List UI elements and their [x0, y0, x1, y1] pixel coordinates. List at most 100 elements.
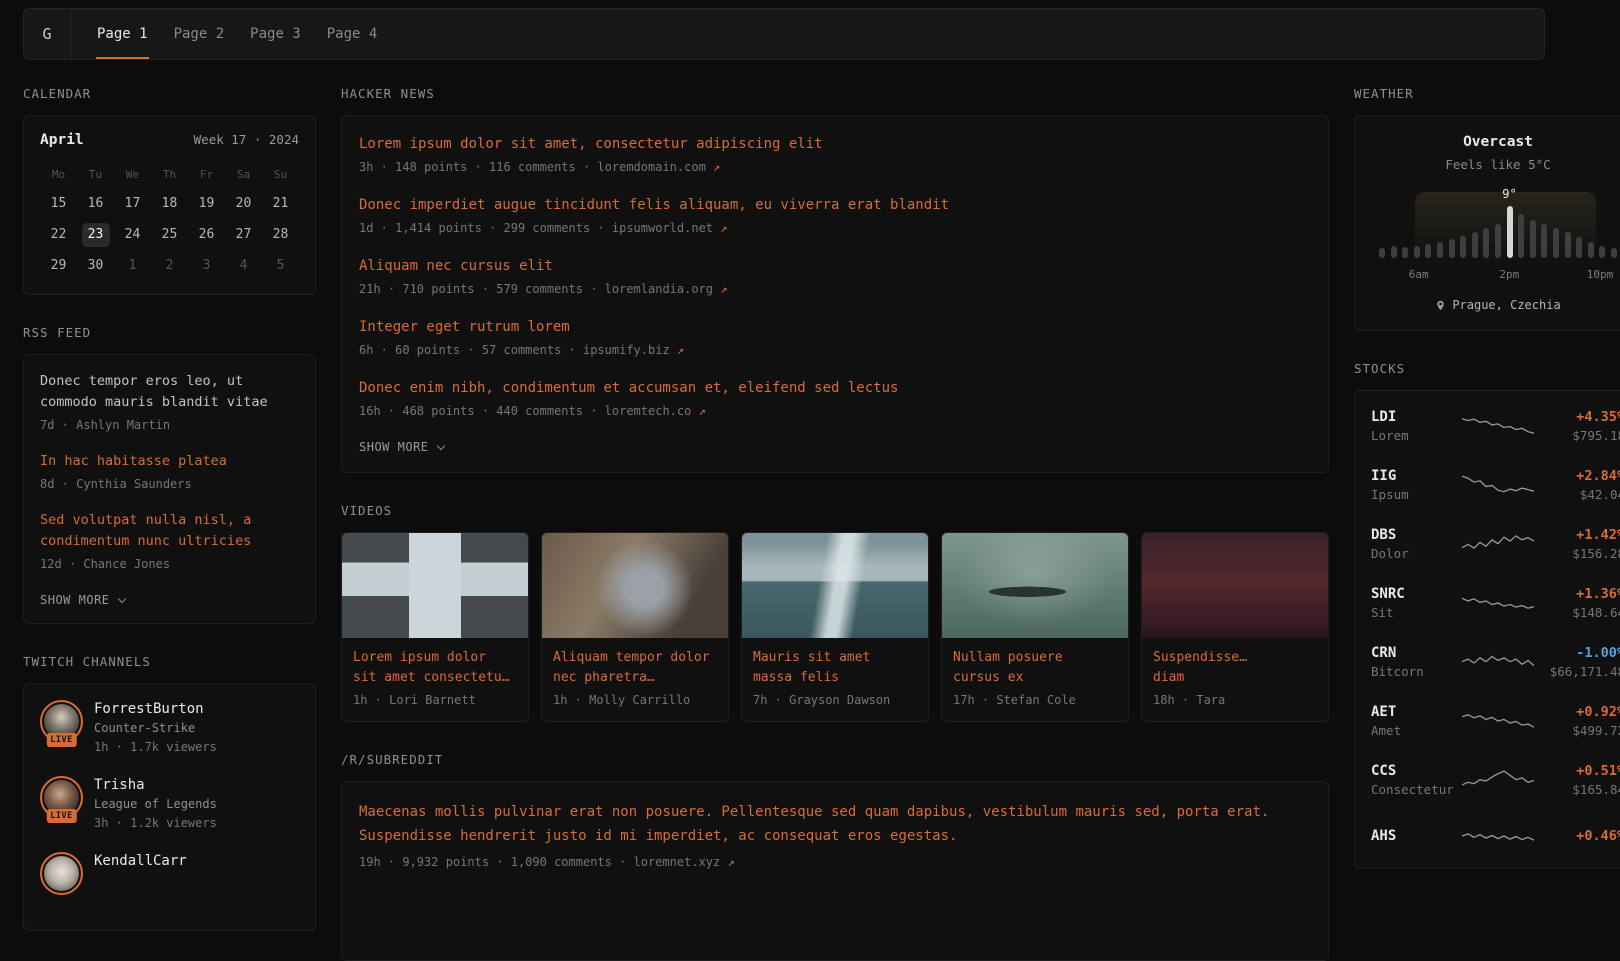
- stock-sparkline: [1462, 707, 1534, 737]
- rss-item-title[interactable]: Sed volutpat nulla nisl, a condimentum n…: [40, 510, 299, 552]
- tab-page-2[interactable]: Page 2: [173, 9, 226, 59]
- external-link-icon: ↗: [727, 855, 734, 869]
- calendar-day: 22: [45, 223, 73, 247]
- stock-row[interactable]: IIGIpsum +2.84%$42.04: [1371, 456, 1620, 515]
- tab-page-3[interactable]: Page 3: [249, 9, 302, 59]
- stock-name: Ipsum: [1371, 486, 1462, 504]
- show-more-label: SHOW MORE: [40, 593, 110, 607]
- videos-widget: VIDEOS Lorem ipsum dolor sit amet consec…: [341, 503, 1329, 722]
- hn-item-domain[interactable]: loremtech.co ↗: [605, 404, 706, 418]
- weather-peak-temp: 9°: [1502, 187, 1516, 201]
- subreddit-post: Maecenas mollis pulvinar erat non posuer…: [359, 800, 1311, 871]
- day-of-week-label: Mo: [40, 162, 77, 185]
- twitch-card: LIVE ForrestBurton Counter-Strike 1h · 1…: [23, 683, 316, 931]
- video-thumbnail[interactable]: [1142, 533, 1328, 638]
- stock-price: $66,171.48: [1534, 663, 1620, 681]
- app-logo[interactable]: G: [24, 9, 71, 59]
- weather-bar: [1460, 236, 1466, 258]
- channel-avatar[interactable]: LIVE: [40, 700, 83, 743]
- video-title[interactable]: Suspendisse… diam: [1142, 638, 1328, 688]
- rss-item-title[interactable]: Donec tempor eros leo, ut commodo mauris…: [40, 371, 299, 413]
- weather-bar: [1414, 246, 1420, 258]
- hn-item-domain[interactable]: loremlandia.org ↗: [605, 282, 728, 296]
- right-column: WEATHER Overcast Feels like 5°C 9° 6am2p…: [1354, 86, 1620, 869]
- twitch-widget-title: TWITCH CHANNELS: [23, 654, 316, 669]
- channel-game: League of Legends: [94, 795, 217, 814]
- stock-name: Amet: [1371, 722, 1462, 740]
- rss-item-meta: 8d · Cynthia Saunders: [40, 476, 299, 493]
- calendar-day: 21: [267, 192, 295, 216]
- rss-show-more-button[interactable]: SHOW MORE: [40, 593, 125, 607]
- video-title[interactable]: Aliquam tempor dolor nec pharetra…: [542, 638, 728, 688]
- video-thumbnail[interactable]: [742, 533, 928, 638]
- tab-page-4[interactable]: Page 4: [326, 9, 379, 59]
- hn-item-domain[interactable]: ipsumworld.net ↗: [612, 221, 728, 235]
- channel-name[interactable]: Trisha: [94, 776, 217, 795]
- video-thumbnail[interactable]: [342, 533, 528, 638]
- hn-item: Aliquam nec cursus elit 21h · 710 points…: [359, 256, 1311, 298]
- calendar-day: 2: [156, 254, 184, 278]
- stock-price: $148.64: [1534, 604, 1620, 622]
- stock-price: $165.84: [1534, 781, 1620, 799]
- stock-row[interactable]: AETAmet +0.92%$499.72: [1371, 692, 1620, 751]
- stock-row[interactable]: LDILorem +4.35%$795.18: [1371, 397, 1620, 456]
- video-card[interactable]: Lorem ipsum dolor sit amet consectetu… 1…: [341, 532, 529, 722]
- channel-avatar[interactable]: LIVE: [40, 776, 83, 819]
- weather-bar: [1588, 242, 1594, 258]
- external-link-icon: ↗: [720, 221, 727, 235]
- weather-bar: 9°: [1507, 206, 1513, 258]
- day-of-week-label: Su: [262, 162, 299, 185]
- hn-item-title[interactable]: Donec imperdiet augue tincidunt felis al…: [359, 195, 1311, 216]
- hn-item-title[interactable]: Aliquam nec cursus elit: [359, 256, 1311, 277]
- video-card[interactable]: Nullam posuere cursus ex 17h · Stefan Co…: [941, 532, 1129, 722]
- dashboard: G Page 1 Page 2 Page 3 Page 4 CALENDAR A…: [23, 8, 1545, 961]
- rss-item-title[interactable]: In hac habitasse platea: [40, 451, 299, 472]
- weather-bar: [1483, 228, 1489, 258]
- channel-name[interactable]: ForrestBurton: [94, 700, 217, 719]
- hackernews-widget-title: HACKER NEWS: [341, 86, 1329, 101]
- weather-bar: [1611, 248, 1617, 258]
- weather-bar: [1425, 244, 1431, 258]
- video-card[interactable]: Mauris sit amet massa felis 7h · Grayson…: [741, 532, 929, 722]
- stock-symbol: SNRC: [1371, 585, 1462, 604]
- stock-price: $42.04: [1534, 486, 1620, 504]
- video-title[interactable]: Nullam posuere cursus ex: [942, 638, 1128, 688]
- weather-bar: [1530, 220, 1536, 258]
- stock-row[interactable]: CRNBitcorn -1.00%$66,171.48: [1371, 633, 1620, 692]
- video-thumbnail[interactable]: [542, 533, 728, 638]
- tab-page-1[interactable]: Page 1: [96, 9, 149, 59]
- stock-sparkline: [1462, 589, 1534, 619]
- stock-row[interactable]: SNRCSit +1.36%$148.64: [1371, 574, 1620, 633]
- hackernews-widget: HACKER NEWS Lorem ipsum dolor sit amet, …: [341, 86, 1329, 473]
- stock-row[interactable]: AHS +0.46%: [1371, 810, 1620, 862]
- hn-item-title[interactable]: Lorem ipsum dolor sit amet, consectetur …: [359, 134, 1311, 155]
- stock-row[interactable]: DBSDolor +1.42%$156.28: [1371, 515, 1620, 574]
- video-thumbnail[interactable]: [942, 533, 1128, 638]
- hn-item-domain[interactable]: loremdomain.com ↗: [597, 160, 720, 174]
- subreddit-post-title[interactable]: Maecenas mollis pulvinar erat non posuer…: [359, 800, 1311, 848]
- weather-card: Overcast Feels like 5°C 9° 6am2pm10pm Pr…: [1354, 115, 1620, 331]
- hn-item-title[interactable]: Integer eget rutrum lorem: [359, 317, 1311, 338]
- stock-change: +4.35%: [1534, 408, 1620, 427]
- hn-item-domain[interactable]: ipsumify.biz ↗: [583, 343, 684, 357]
- stock-symbol: AHS: [1371, 827, 1462, 846]
- hn-item-title[interactable]: Donec enim nibh, condimentum et accumsan…: [359, 378, 1311, 399]
- subreddit-post-domain[interactable]: loremnet.xyz ↗: [634, 855, 735, 869]
- rss-item: In hac habitasse platea 8d · Cynthia Sau…: [40, 451, 299, 493]
- rss-item: Sed volutpat nulla nisl, a condimentum n…: [40, 510, 299, 573]
- calendar-day: 29: [45, 254, 73, 278]
- video-meta: 7h · Grayson Dawson: [742, 688, 928, 721]
- channel-name[interactable]: KendallCarr: [94, 852, 187, 871]
- hn-show-more-button[interactable]: SHOW MORE: [359, 440, 444, 454]
- stock-sparkline: [1462, 766, 1534, 796]
- stock-row[interactable]: CCSConsectetur +0.51%$165.84: [1371, 751, 1620, 810]
- video-title[interactable]: Mauris sit amet massa felis: [742, 638, 928, 688]
- weather-bar: [1599, 246, 1605, 258]
- weather-time-label: 2pm: [1499, 268, 1519, 281]
- weather-bar: [1541, 224, 1547, 258]
- video-card[interactable]: Aliquam tempor dolor nec pharetra… 1h · …: [541, 532, 729, 722]
- channel-avatar[interactable]: [40, 852, 83, 895]
- video-card[interactable]: Suspendisse… diam 18h · Tara: [1141, 532, 1329, 722]
- video-title[interactable]: Lorem ipsum dolor sit amet consectetu…: [342, 638, 528, 688]
- subreddit-widget-title: /R/SUBREDDIT: [341, 752, 1329, 767]
